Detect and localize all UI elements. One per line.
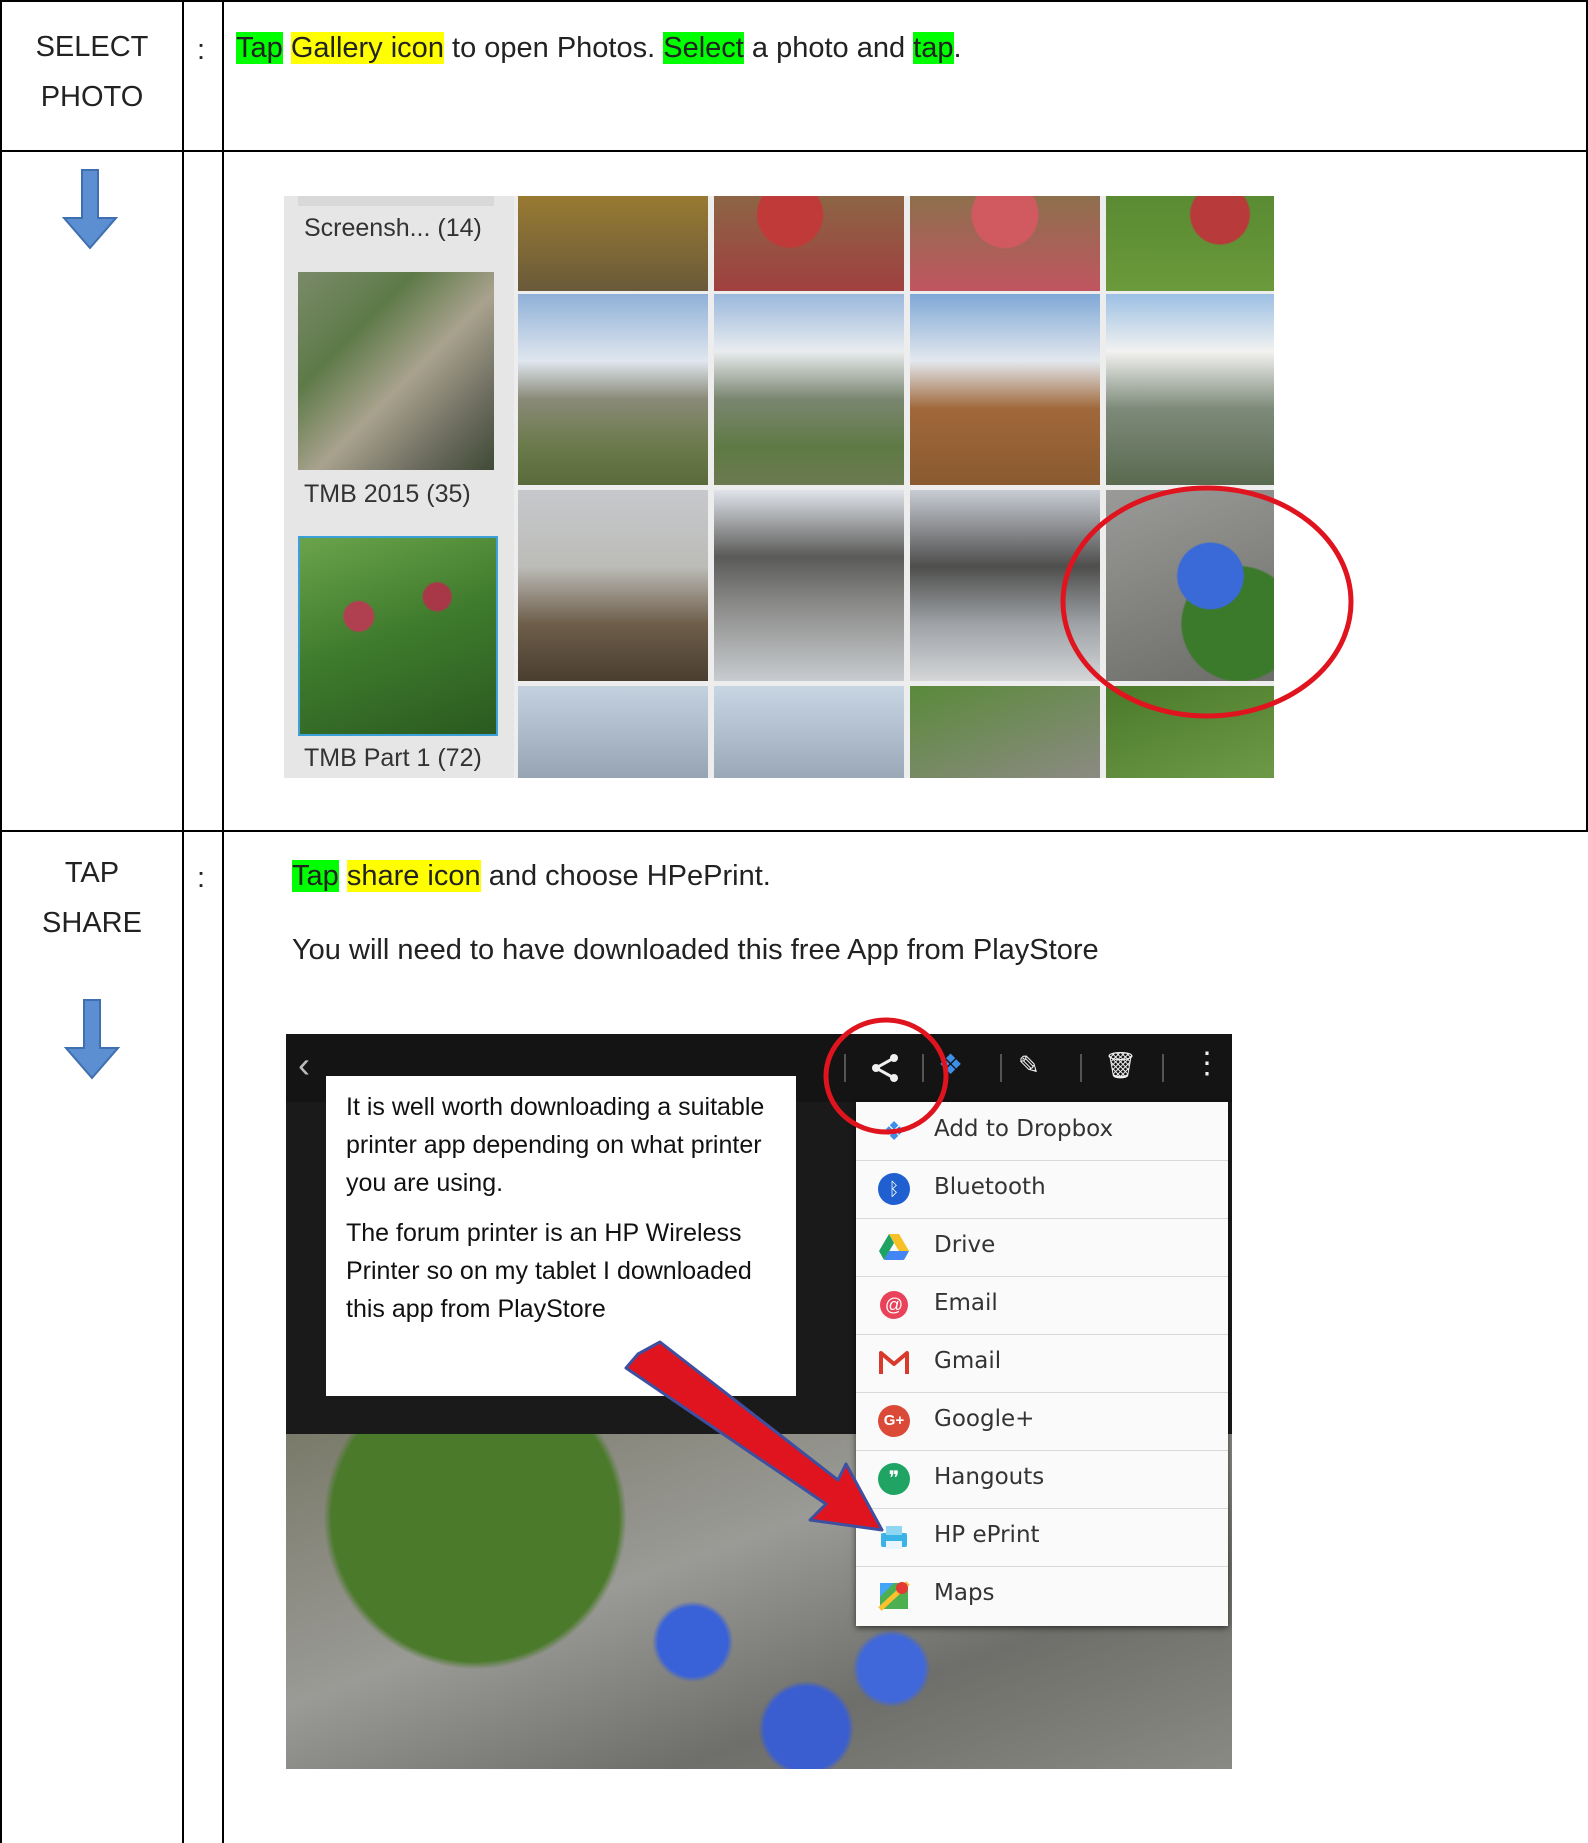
menu-item-drive[interactable]: Drive — [856, 1218, 1228, 1277]
note-paragraph: The forum printer is an HP Wireless Prin… — [346, 1219, 752, 1323]
separator — [1080, 1054, 1082, 1082]
menu-item-label: Email — [934, 1290, 998, 1316]
dropbox-icon: ❖ — [882, 1116, 906, 1146]
menu-item-bluetooth[interactable]: ᛒ Bluetooth — [856, 1160, 1228, 1219]
photo-thumbnail[interactable] — [714, 294, 904, 485]
highlight-share-icon: share icon — [346, 860, 481, 892]
row-divider-1 — [0, 150, 1588, 152]
instruction-text: and choose HPePrint. — [480, 860, 771, 892]
step-label-line1: TAP — [64, 857, 120, 889]
note-textbox: It is well worth downloading a suitable … — [326, 1076, 796, 1396]
album-label: TMB 2015 (35) — [304, 480, 471, 508]
note-paragraph: It is well worth downloading a suitable … — [346, 1093, 765, 1197]
highlight-gallery-icon: Gallery icon — [290, 32, 444, 64]
dropbox-icon[interactable]: ❖ — [938, 1048, 963, 1081]
menu-item-label: Google+ — [934, 1406, 1035, 1432]
step-instruction-select: Tap Gallery icon to open Photos. Select … — [236, 28, 962, 68]
step-instruction-download: You will need to have downloaded this fr… — [292, 934, 1099, 966]
down-arrow-icon — [61, 169, 119, 250]
menu-item-gmail[interactable]: Gmail — [856, 1334, 1228, 1393]
menu-item-hp-eprint[interactable]: HP ePrint — [856, 1508, 1228, 1567]
menu-item-hangouts[interactable]: ❞ Hangouts — [856, 1450, 1228, 1509]
menu-item-label: Hangouts — [934, 1464, 1045, 1490]
menu-item-add-to-dropbox[interactable]: ❖ Add to Dropbox — [856, 1102, 1228, 1161]
album-label: Screensh... (14) — [304, 214, 482, 242]
menu-item-label: HP ePrint — [934, 1522, 1040, 1548]
photo-thumbnail[interactable] — [1106, 196, 1274, 291]
step-label-select-photo: SELECT PHOTO — [4, 22, 180, 122]
gmail-icon — [879, 1351, 909, 1374]
down-arrow-icon — [63, 999, 121, 1080]
column-divider-1 — [182, 0, 184, 1843]
photo-thumbnail[interactable] — [714, 490, 904, 681]
step-instruction-share: Tap share icon and choose HPePrint. — [292, 856, 771, 896]
table-border-top — [0, 0, 1588, 2]
step-label-tap-share: TAP SHARE — [4, 848, 180, 948]
step-label-line2: PHOTO — [40, 81, 144, 113]
email-icon: @ — [880, 1291, 908, 1319]
share-screenshot: ‹ ❖ ✎ 🗑 ⋮ ❖ Add to Dropbox ᛒ Bluetooth D… — [286, 1034, 1232, 1769]
photo-thumbnail[interactable] — [1106, 294, 1274, 485]
menu-item-email[interactable]: @ Email — [856, 1276, 1228, 1335]
delete-icon[interactable]: 🗑 — [1104, 1050, 1137, 1081]
album-thumb-tmb-part-1[interactable] — [298, 536, 498, 736]
separator — [1162, 1054, 1164, 1082]
photo-thumbnail[interactable] — [518, 490, 708, 681]
table-border-left — [0, 0, 2, 1843]
menu-item-google-plus[interactable]: G+ Google+ — [856, 1392, 1228, 1451]
photo-thumbnail[interactable] — [518, 196, 708, 291]
share-icon[interactable] — [870, 1052, 900, 1084]
drive-icon — [879, 1234, 909, 1260]
separator — [1000, 1054, 1002, 1082]
menu-item-label: Add to Dropbox — [934, 1116, 1114, 1142]
photo-thumbnail-selected[interactable] — [1106, 490, 1274, 681]
menu-item-label: Maps — [934, 1580, 995, 1606]
highlight-tap: Tap — [292, 860, 339, 892]
step-colon: : — [197, 862, 206, 894]
edit-icon[interactable]: ✎ — [1018, 1050, 1040, 1081]
row-divider-2 — [0, 830, 1588, 832]
album-label: TMB Part 1 (72) — [304, 744, 482, 772]
gallery-screenshot: Screensh... (14) TMB 2015 (35) TMB Part … — [284, 196, 1274, 778]
instruction-text: . — [953, 32, 962, 64]
photo-thumbnail[interactable] — [714, 196, 904, 291]
step-label-line2: SHARE — [42, 907, 142, 939]
hangouts-icon: ❞ — [878, 1463, 910, 1495]
bluetooth-icon: ᛒ — [878, 1173, 910, 1205]
google-plus-icon: G+ — [878, 1405, 910, 1437]
menu-item-label: Drive — [934, 1232, 996, 1258]
photo-thumbnail[interactable] — [714, 686, 904, 778]
photo-thumbnail[interactable] — [518, 294, 708, 485]
highlight-select: Select — [663, 32, 744, 64]
album-thumb-tmb-2015[interactable] — [298, 272, 494, 470]
photo-thumbnail[interactable] — [1106, 686, 1274, 778]
highlight-tap: Tap — [236, 32, 283, 64]
column-divider-2 — [222, 0, 224, 1843]
menu-item-label: Bluetooth — [934, 1174, 1046, 1200]
separator — [922, 1054, 924, 1082]
back-icon[interactable]: ‹ — [298, 1044, 310, 1086]
photo-thumbnail[interactable] — [910, 686, 1100, 778]
maps-icon — [878, 1581, 910, 1611]
photo-thumbnail[interactable] — [910, 490, 1100, 681]
menu-item-maps[interactable]: Maps — [856, 1566, 1228, 1624]
album-thumb-screenshots[interactable] — [298, 196, 494, 206]
separator — [844, 1054, 846, 1082]
hp-eprint-icon — [881, 1526, 907, 1549]
highlight-tap: tap — [913, 32, 954, 64]
more-options-icon[interactable]: ⋮ — [1192, 1046, 1222, 1081]
share-menu: ❖ Add to Dropbox ᛒ Bluetooth Drive @ Ema… — [856, 1102, 1228, 1626]
menu-item-label: Gmail — [934, 1348, 1002, 1374]
step-colon: : — [197, 34, 206, 66]
instruction-text: a photo and — [743, 32, 914, 64]
step-label-line1: SELECT — [35, 31, 149, 63]
photo-thumbnail[interactable] — [910, 196, 1100, 291]
photo-thumbnail[interactable] — [518, 686, 708, 778]
instruction-text: to open Photos. — [443, 32, 664, 64]
photo-thumbnail[interactable] — [910, 294, 1100, 485]
